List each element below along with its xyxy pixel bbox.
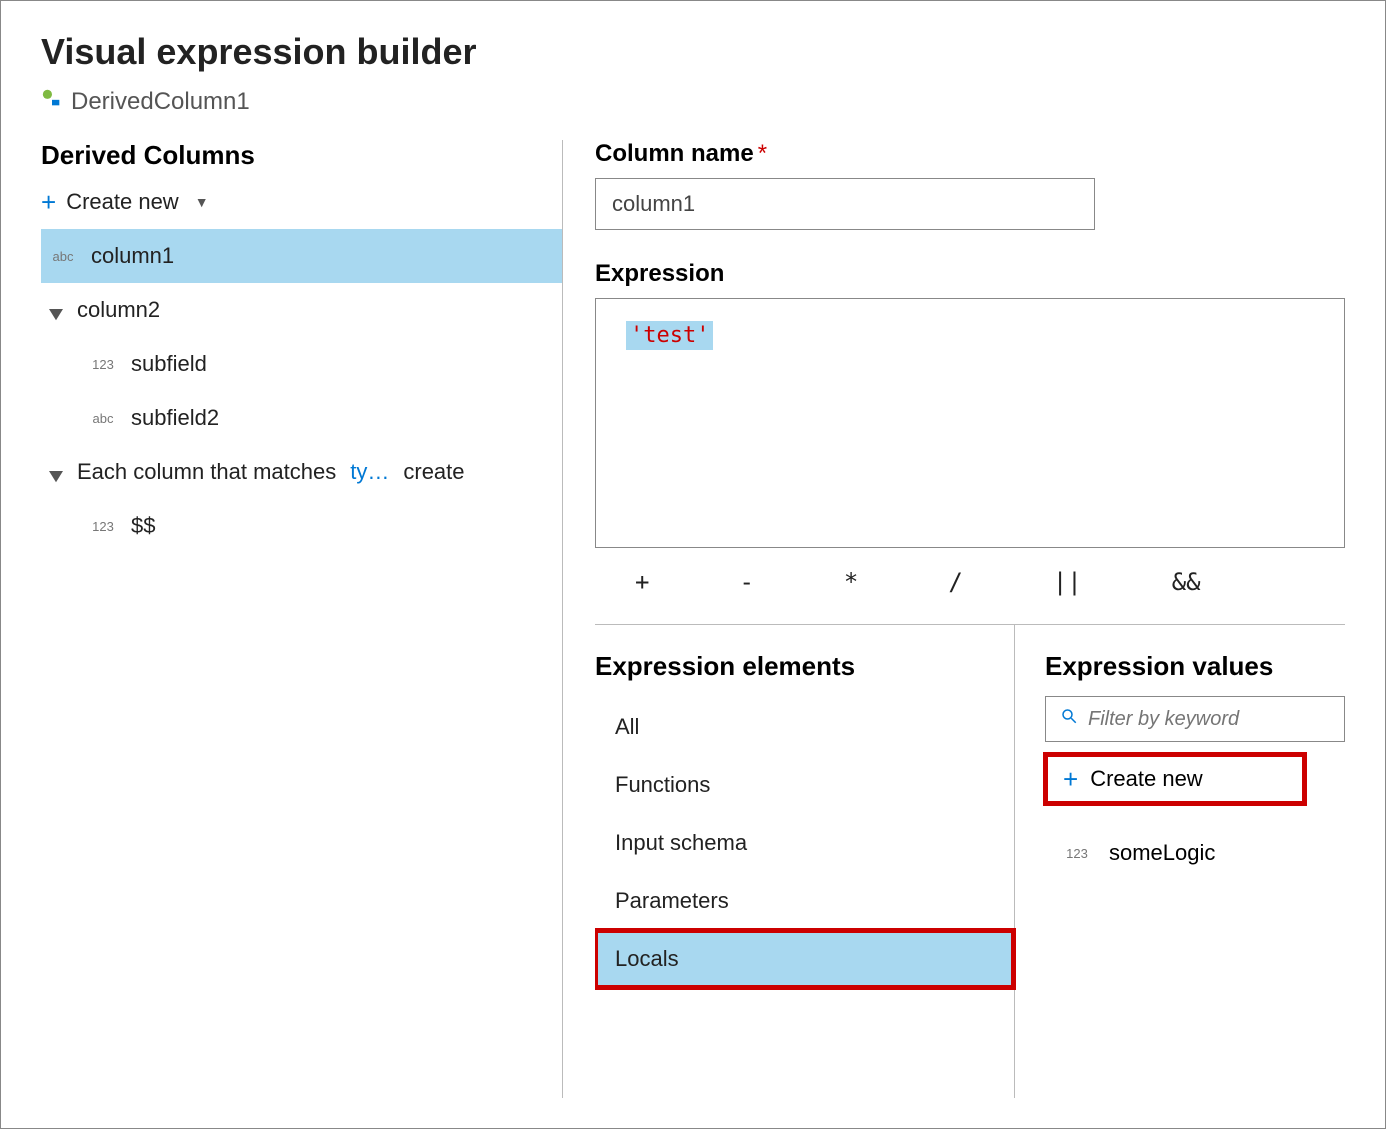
operator-button[interactable]: * — [844, 568, 858, 596]
tree-item-label: column2 — [77, 297, 160, 323]
expression-values-title: Expression values — [1045, 651, 1345, 682]
type-badge: 123 — [89, 357, 117, 372]
left-pane: Derived Columns + Create new ▼ abc column… — [41, 140, 563, 1098]
expression-editor[interactable]: 'test' — [595, 298, 1345, 548]
expression-label: Expression — [595, 260, 1345, 288]
type-badge: 123 — [89, 519, 117, 534]
type-badge: abc — [89, 411, 117, 426]
expression-token: 'test' — [626, 321, 713, 350]
element-category-item[interactable]: Locals — [595, 930, 1014, 988]
expression-values-pane: Expression values + Create new 123 someLo… — [1015, 625, 1345, 1098]
tree-item-label: subfield — [131, 351, 207, 377]
operator-bar: + - * / || && — [595, 560, 1345, 625]
type-badge: abc — [49, 249, 77, 264]
tree-item-label: column1 — [91, 243, 174, 269]
create-new-label: Create new — [66, 189, 179, 215]
tree-item[interactable]: 123 subfield — [41, 337, 562, 391]
pattern-link[interactable]: ty… — [350, 459, 389, 485]
page-title: Visual expression builder — [41, 31, 1345, 73]
tree-item-label: subfield2 — [131, 405, 219, 431]
element-category-item[interactable]: Functions — [595, 756, 1014, 814]
transform-icon — [41, 87, 63, 116]
search-icon — [1060, 707, 1078, 731]
tree-item[interactable]: 123 $$ — [41, 499, 562, 553]
caret-icon — [49, 465, 63, 479]
operator-button[interactable]: || — [1053, 568, 1082, 596]
create-new-local-button[interactable]: + Create new — [1045, 754, 1305, 804]
tree-item[interactable]: abc subfield2 — [41, 391, 562, 445]
tree-item-label: Each column that matches — [77, 459, 336, 485]
type-badge: 123 — [1063, 846, 1091, 861]
tree-item[interactable]: abc column1 — [41, 229, 562, 283]
caret-icon — [49, 303, 63, 317]
filter-input[interactable] — [1088, 708, 1330, 731]
operator-button[interactable]: && — [1172, 568, 1201, 596]
tree-item-suffix: create — [403, 459, 464, 485]
plus-icon: + — [41, 189, 56, 215]
node-name: DerivedColumn1 — [71, 88, 250, 116]
expression-elements-pane: Expression elements AllFunctionsInput sc… — [595, 625, 1015, 1098]
element-category-item[interactable]: Input schema — [595, 814, 1014, 872]
create-new-local-label: Create new — [1090, 766, 1203, 792]
tree-item-label: $$ — [131, 513, 155, 539]
operator-button[interactable]: + — [635, 568, 649, 596]
filter-row[interactable] — [1045, 696, 1345, 742]
tree-item[interactable]: Each column that matches ty… create — [41, 445, 562, 499]
value-label: someLogic — [1109, 840, 1215, 866]
right-pane: Column name* Expression 'test' +-*/||&& … — [563, 140, 1345, 1098]
derived-columns-title: Derived Columns — [41, 140, 562, 171]
column-name-input[interactable] — [595, 178, 1095, 230]
plus-icon: + — [1063, 766, 1078, 792]
column-tree: abc column1 column2 123 subfield abc subfield2… — [41, 229, 562, 553]
node-row: DerivedColumn1 — [41, 87, 1345, 116]
expression-elements-title: Expression elements — [595, 651, 1014, 682]
chevron-down-icon: ▼ — [195, 194, 209, 210]
element-category-item[interactable]: All — [595, 698, 1014, 756]
operator-button[interactable]: - — [739, 568, 753, 596]
element-category-item[interactable]: Parameters — [595, 872, 1014, 930]
tree-item[interactable]: column2 — [41, 283, 562, 337]
create-new-column-button[interactable]: + Create new ▼ — [41, 181, 562, 229]
value-item[interactable]: 123 someLogic — [1045, 830, 1345, 876]
operator-button[interactable]: / — [948, 568, 962, 596]
column-name-label: Column name* — [595, 140, 1345, 168]
